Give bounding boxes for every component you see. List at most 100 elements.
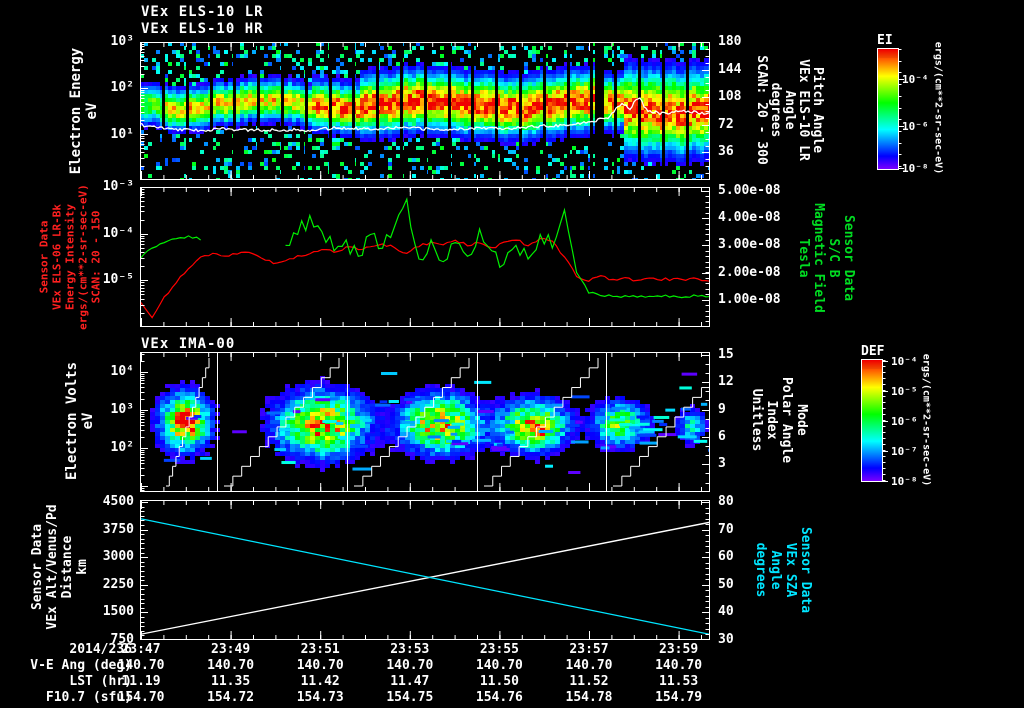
footer-time: 23:51 [300, 642, 340, 657]
p4-y2-tick: 60 [718, 549, 734, 564]
p1-y-axis-label: Electron Energy eV [68, 48, 100, 174]
p3-y-axis-label-line: Electron Volts [64, 361, 80, 481]
p2-y2-tick: 4.00e-08 [718, 210, 781, 225]
colorbar-ei [877, 46, 911, 174]
footer-f107-value: 154.79 [655, 690, 703, 705]
p2-y-axis-label-line: Sensor Data [37, 220, 51, 294]
p2-y2-axis-label-line: S/C B [826, 238, 841, 278]
p3-y2-tick: 9 [718, 402, 726, 417]
cb2-unit-label: ergs/(cm**2-sr-sec-eV) [921, 354, 932, 486]
panel1-title-line2: VEx ELS-10 HR [141, 21, 264, 37]
footer-veang-value: 140.70 [207, 658, 255, 673]
p3-y2-axis-label-line: Unitless [749, 388, 764, 452]
cb1-tick: 10⁻⁴ [902, 73, 929, 86]
cb1-tick: 10⁻⁸ [902, 162, 929, 175]
p1-y-axis-label-line: eV [84, 102, 100, 120]
panel3-title: VEx IMA-00 [141, 336, 236, 352]
cb2-unit-label-line: ergs/(cm**2-sr-sec-eV) [920, 353, 932, 487]
cb2-tick: 10⁻⁴ [891, 355, 918, 368]
p1-y2-tick: 36 [718, 144, 734, 159]
footer-time: 23:55 [479, 642, 519, 657]
footer-column: 23:57 140.70 11.52 154.78 [544, 642, 634, 706]
colorbar-def [861, 357, 895, 486]
p1-y-tick: 10¹ [110, 127, 134, 142]
p1-y2-axis-label-line: VEx ELS-10 LR [796, 59, 811, 161]
p4-y2-tick: 40 [718, 604, 734, 619]
footer-time: 23:57 [569, 642, 609, 657]
panel1-title-line1: VEx ELS-10 LR [141, 4, 264, 20]
p2-y2-axis-label-line: Sensor Data [841, 214, 856, 302]
p3-y2-axis-label-line: Polar Angle [779, 376, 794, 464]
footer-f107-value: 154.72 [207, 690, 255, 705]
p4-y2-tick: 80 [718, 494, 734, 509]
p2-y2-axis-label-line: Magnetic Field [811, 203, 826, 313]
p3-y-axis-label-line: eV [80, 412, 96, 430]
p4-y2-axis-label-line: VEx SZA [783, 542, 798, 598]
footer-lst-value: 11.53 [659, 674, 699, 689]
cb1-unit-label: ergs/(cm**2-sr-sec-eV) [933, 42, 944, 174]
footer-veang-value: 140.70 [565, 658, 613, 673]
p1-y2-tick: 144 [718, 62, 742, 77]
vex-multi-panel-plot: VEx ELS-10 LR VEx ELS-10 HR VEx IMA-00 E… [0, 0, 1024, 708]
p4-y2-axis-label-line: degrees [753, 542, 768, 598]
p4-y-axis-label-line: km [75, 559, 90, 575]
footer-f107-value: 154.70 [117, 690, 165, 705]
cb2-tick: 10⁻⁷ [891, 445, 918, 458]
p4-y-axis-label: Sensor Data VEx Alt/Venus/Pd Distance km [30, 504, 90, 629]
p1-y-tick: 10³ [110, 34, 134, 49]
p3-y2-axis-label-line: Index [764, 400, 779, 440]
footer-lst-value: 11.19 [121, 674, 161, 689]
p4-y2-axis-label: Sensor Data VEx SZA Angle degrees [753, 527, 813, 613]
p3-y2-axis-label: Mode Polar Angle Index Unitless [749, 377, 809, 463]
panel2-intensity-bfield-plot [140, 187, 710, 327]
p2-y2-tick: 3.00e-08 [718, 237, 781, 252]
p1-y2-tick: 180 [718, 34, 742, 49]
p2-y2-tick: 2.00e-08 [718, 265, 781, 280]
footer-lst-value: 11.47 [390, 674, 430, 689]
footer-f107-value: 154.78 [565, 690, 613, 705]
p4-y-axis-label-line: Sensor Data [30, 523, 45, 611]
colorbar-def-title: DEF [861, 344, 885, 359]
cb1-unit-label-line: ergs/(cm**2-sr-sec-eV) [932, 41, 944, 175]
p1-y2-axis-label: Pitch Angle VEx ELS-10 LR Angle degrees SCAN… [754, 55, 825, 165]
cb1-tick: 10⁻⁶ [902, 120, 929, 133]
footer-veang-value: 140.70 [655, 658, 703, 673]
p1-y2-axis-label-line: Angle [782, 90, 797, 130]
footer-time: 23:53 [390, 642, 430, 657]
p2-y-axis-label: Sensor Data VEx ELS-06 LR-Bk Energy Intens… [38, 184, 103, 330]
p3-y2-tick: 15 [718, 347, 734, 362]
p1-y-tick: 10² [110, 80, 134, 95]
cb2-tick: 10⁻⁵ [891, 385, 918, 398]
p4-y-axis-label-line: Distance [60, 535, 75, 599]
p2-y2-tick: 5.00e-08 [718, 183, 781, 198]
p1-y2-axis-label-line: Pitch Angle [810, 66, 825, 154]
p4-y2-tick: 50 [718, 577, 734, 592]
footer-column: 23:53 140.70 11.47 154.75 [365, 642, 455, 706]
footer-f107-value: 154.75 [386, 690, 434, 705]
p2-y-axis-label-line: SCAN: 20 - 150 [89, 210, 103, 304]
p2-y-axis-label-line: VEx ELS-06 LR-Bk [50, 204, 64, 310]
p1-y2-axis-label-line: degrees [768, 82, 783, 138]
footer-column: 23:51 140.70 11.42 154.73 [275, 642, 365, 706]
footer-f107-value: 154.76 [475, 690, 523, 705]
p3-y2-tick: 6 [718, 429, 726, 444]
footer-lst-value: 11.42 [300, 674, 340, 689]
p3-y2-tick: 12 [718, 374, 734, 389]
panel4-altitude-sza-plot [140, 500, 710, 640]
footer-veang-value: 140.70 [296, 658, 344, 673]
footer-column: 23:55 140.70 11.50 154.76 [454, 642, 544, 706]
footer-f107-value: 154.73 [296, 690, 344, 705]
panel1-els-spectrogram [140, 42, 710, 180]
p1-y2-tick: 108 [718, 89, 742, 104]
p3-y-axis-label: Electron Volts eV [64, 362, 96, 480]
p1-y-axis-label-line: Electron Energy [68, 47, 84, 175]
footer-lst-value: 11.35 [211, 674, 251, 689]
footer-time: 23:49 [211, 642, 251, 657]
footer-column: 23:49 140.70 11.35 154.72 [186, 642, 276, 706]
p3-y2-tick: 3 [718, 456, 726, 471]
p4-y2-axis-label-line: Angle [768, 550, 783, 590]
footer-lst-value: 11.52 [569, 674, 609, 689]
p2-y-axis-label-line: ergs/(cm**2-sr-sec-eV) [76, 184, 90, 330]
footer-time: 23:59 [659, 642, 699, 657]
colorbar-ei-title: EI [877, 33, 893, 48]
